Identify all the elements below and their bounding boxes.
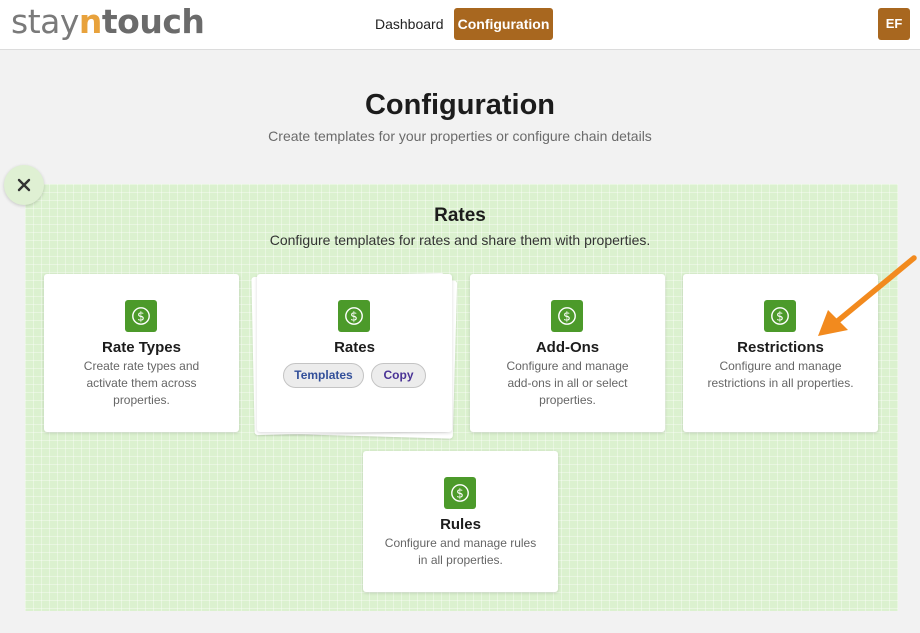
top-bar: stayntouch Dashboard Configuration EF: [0, 0, 920, 50]
dollar-icon: $: [764, 300, 796, 332]
dollar-icon: $: [125, 300, 157, 332]
page-title: Configuration: [364, 89, 556, 121]
user-avatar[interactable]: EF: [878, 8, 910, 40]
svg-text:$: $: [350, 310, 358, 324]
card-title: Rules: [440, 516, 481, 533]
annotation-arrow-icon: [818, 255, 917, 336]
dollar-icon: $: [444, 477, 476, 509]
svg-text:$: $: [456, 487, 464, 501]
card-rules[interactable]: $ Rules Configure and manage rules in al…: [363, 451, 558, 592]
card-rate-types[interactable]: $ Rate Types Create rate types and activ…: [44, 274, 239, 432]
card-description: Configure and manage restrictions in all…: [707, 359, 854, 390]
section-subtitle: Configure templates for rates and share …: [269, 232, 651, 248]
section-title: Rates: [434, 205, 486, 226]
logo-text-stay: stay: [11, 2, 79, 41]
card-title: Rate Types: [102, 339, 181, 356]
nav-dashboard[interactable]: Dashboard: [366, 9, 453, 40]
page-subtitle: Create templates for your properties or …: [268, 128, 652, 144]
logo[interactable]: stayntouch: [11, 2, 205, 41]
card-title: Rates: [334, 339, 375, 356]
card-add-ons[interactable]: $ Add-Ons Configure and manage add-ons i…: [470, 274, 665, 432]
close-icon: [17, 178, 31, 192]
svg-text:$: $: [776, 310, 784, 324]
copy-button[interactable]: Copy: [371, 363, 426, 388]
svg-text:$: $: [563, 310, 571, 324]
logo-text-touch: touch: [101, 2, 205, 41]
card-description: Configure and manage add-ons in all or s…: [506, 359, 629, 407]
card-description: Configure and manage rules in all proper…: [384, 536, 537, 567]
svg-text:$: $: [137, 310, 145, 324]
dollar-icon: $: [338, 300, 370, 332]
nav-configuration[interactable]: Configuration: [454, 8, 553, 40]
card-title: Add-Ons: [535, 339, 600, 356]
card-rates[interactable]: $ Rates Templates Copy: [257, 274, 452, 432]
dollar-icon: $: [551, 300, 583, 332]
templates-button[interactable]: Templates: [283, 363, 364, 388]
logo-text-n: n: [78, 2, 103, 41]
close-button[interactable]: [4, 165, 44, 205]
card-description: Create rate types and activate them acro…: [83, 359, 200, 407]
